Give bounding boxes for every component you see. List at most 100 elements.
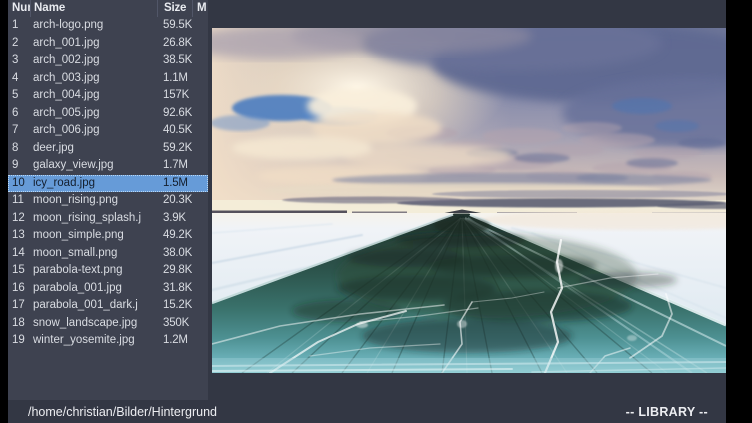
cell-name: deer.jpg [30,140,157,158]
cell-num: 2 [8,35,30,53]
cell-size: 3.9K [157,210,192,228]
table-row[interactable]: 13moon_simple.png49.2K [8,227,208,245]
cell-num: 18 [8,315,30,333]
preview-pane [208,0,726,400]
cell-name: arch_003.jpg [30,70,157,88]
cell-num: 19 [8,332,30,350]
table-row[interactable]: 6arch_005.jpg92.6K [8,105,208,123]
table-row[interactable]: 9galaxy_view.jpg1.7M [8,157,208,175]
cell-m [192,52,208,70]
table-row[interactable]: 2arch_001.jpg26.8K [8,35,208,53]
cell-num: 7 [8,122,30,140]
app-window: Num Name Size M 1arch-logo.png59.5K2arch… [8,0,726,423]
cell-m [192,192,208,210]
cell-num: 17 [8,297,30,315]
table-row[interactable]: 12moon_rising_splash.j3.9K [8,210,208,228]
cell-name: snow_landscape.jpg [30,315,157,333]
column-header-modified: M [192,0,208,17]
table-row[interactable]: 7arch_006.jpg40.5K [8,122,208,140]
file-list: 1arch-logo.png59.5K2arch_001.jpg26.8K3ar… [8,17,208,400]
cell-m [192,87,208,105]
cell-num: 1 [8,17,30,35]
cell-m [192,70,208,88]
cell-size: 59.5K [157,17,192,35]
cell-name: icy_road.jpg [30,175,157,193]
cell-name: galaxy_view.jpg [30,157,157,175]
cell-name: arch_004.jpg [30,87,157,105]
cell-name: moon_simple.png [30,227,157,245]
cell-size: 15.2K [157,297,192,315]
cell-name: moon_small.png [30,245,157,263]
cell-m [192,280,208,298]
cell-size: 49.2K [157,227,192,245]
column-header-name: Name [30,0,157,17]
preview-image [212,28,726,373]
cell-m [192,262,208,280]
cell-num: 5 [8,87,30,105]
status-bar: /home/christian/Bilder/Hintergrund -- LI… [8,400,726,423]
cell-m [192,175,208,193]
cell-m [192,227,208,245]
cell-m [192,17,208,35]
table-row[interactable]: 15parabola-text.png29.8K [8,262,208,280]
table-row[interactable]: 5arch_004.jpg157K [8,87,208,105]
cell-num: 16 [8,280,30,298]
cell-m [192,105,208,123]
cell-size: 38.0K [157,245,192,263]
cell-num: 3 [8,52,30,70]
cell-size: 1.2M [157,332,192,350]
table-row[interactable]: 17parabola_001_dark.j15.2K [8,297,208,315]
table-row[interactable]: 16parabola_001.jpg31.8K [8,280,208,298]
cell-m [192,297,208,315]
cell-num: 4 [8,70,30,88]
cell-size: 350K [157,315,192,333]
cell-name: moon_rising.png [30,192,157,210]
cell-name: moon_rising_splash.j [30,210,157,228]
cell-size: 59.2K [157,140,192,158]
cell-name: arch_005.jpg [30,105,157,123]
cell-m [192,210,208,228]
table-row[interactable]: 10icy_road.jpg1.5M [8,175,208,193]
table-row[interactable]: 19winter_yosemite.jpg1.2M [8,332,208,350]
table-row[interactable]: 14moon_small.png38.0K [8,245,208,263]
table-row[interactable]: 1arch-logo.png59.5K [8,17,208,35]
cell-size: 20.3K [157,192,192,210]
cell-name: winter_yosemite.jpg [30,332,157,350]
table-row[interactable]: 3arch_002.jpg38.5K [8,52,208,70]
cell-m [192,332,208,350]
table-row[interactable]: 8deer.jpg59.2K [8,140,208,158]
cell-m [192,35,208,53]
column-header-num: Num [8,0,30,17]
cell-m [192,122,208,140]
cell-m [192,157,208,175]
cell-size: 40.5K [157,122,192,140]
cell-name: arch-logo.png [30,17,157,35]
cell-num: 6 [8,105,30,123]
cell-size: 1.1M [157,70,192,88]
table-row[interactable]: 11moon_rising.png20.3K [8,192,208,210]
cell-size: 92.6K [157,105,192,123]
current-path: /home/christian/Bilder/Hintergrund [28,405,217,419]
cell-num: 8 [8,140,30,158]
cell-name: parabola_001_dark.j [30,297,157,315]
cell-num: 14 [8,245,30,263]
table-row[interactable]: 4arch_003.jpg1.1M [8,70,208,88]
cell-num: 12 [8,210,30,228]
cell-size: 38.5K [157,52,192,70]
cell-m [192,245,208,263]
cell-num: 15 [8,262,30,280]
cell-num: 13 [8,227,30,245]
cell-num: 10 [8,175,30,193]
cell-name: arch_002.jpg [30,52,157,70]
table-row[interactable]: 18snow_landscape.jpg350K [8,315,208,333]
cell-name: arch_006.jpg [30,122,157,140]
cell-num: 9 [8,157,30,175]
library-header: Num Name Size M [8,0,208,17]
cell-size: 31.8K [157,280,192,298]
column-header-size: Size [157,0,192,17]
cell-name: arch_001.jpg [30,35,157,53]
cell-name: parabola_001.jpg [30,280,157,298]
cell-num: 11 [8,192,30,210]
mode-indicator: -- LIBRARY -- [626,405,708,419]
cell-size: 1.7M [157,157,192,175]
